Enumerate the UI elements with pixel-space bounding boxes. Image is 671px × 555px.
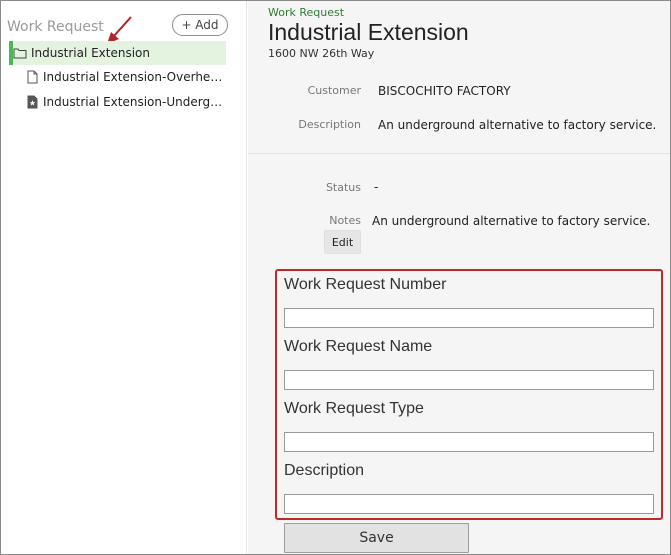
description-label: Description [298, 118, 361, 131]
description-input[interactable] [284, 494, 654, 514]
work-request-number-label: Work Request Number [284, 276, 447, 293]
work-request-type-input[interactable] [284, 432, 654, 452]
star-document-icon [25, 95, 39, 109]
work-request-type-label: Work Request Type [284, 400, 424, 417]
add-button[interactable]: + Add [172, 14, 228, 36]
status-value: - [374, 180, 379, 194]
app-window: Work Request + Add Industrial Extension … [0, 0, 671, 555]
page-eyebrow: Work Request [268, 6, 345, 19]
edit-notes-button[interactable]: Edit [324, 230, 361, 254]
tree-item-label: Industrial Extension-Undergro... [43, 95, 225, 109]
save-button[interactable]: Save [284, 523, 469, 553]
description-field-label: Description [284, 462, 365, 479]
tree-item-label: Industrial Extension-Overhead... [43, 70, 225, 84]
work-request-name-label: Work Request Name [284, 338, 433, 355]
work-request-number-input[interactable] [284, 308, 654, 328]
notes-value: An underground alternative to factory se… [372, 214, 651, 228]
folder-icon [13, 46, 27, 60]
notes-label: Notes [329, 214, 361, 227]
description-value: An underground alternative to factory se… [378, 118, 657, 132]
status-label: Status [325, 181, 361, 194]
summary-section: Work Request Industrial Extension 1600 N… [248, 1, 670, 154]
tree-item-label: Industrial Extension [31, 46, 151, 60]
tree-item-industrial-extension[interactable]: Industrial Extension [9, 41, 226, 65]
customer-label: Customer [307, 84, 361, 97]
sidebar-header: Work Request [7, 19, 104, 35]
tree-item-industrial-extension-underground[interactable]: Industrial Extension-Undergro... [25, 90, 225, 114]
sidebar: Work Request + Add Industrial Extension … [1, 1, 247, 554]
work-request-name-input[interactable] [284, 370, 654, 390]
address-text: 1600 NW 26th Way [268, 47, 375, 60]
page-title: Industrial Extension [268, 19, 469, 45]
work-request-form: Work Request Number Work Request Name Wo… [275, 269, 663, 520]
tree-item-industrial-extension-overhead[interactable]: Industrial Extension-Overhead... [25, 65, 225, 89]
document-icon [25, 70, 39, 84]
customer-value: BISCOCHITO FACTORY [378, 84, 511, 98]
